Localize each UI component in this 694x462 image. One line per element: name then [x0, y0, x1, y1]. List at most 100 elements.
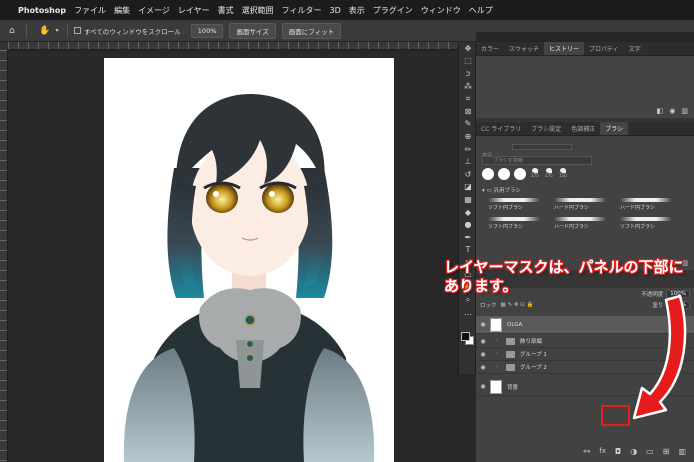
visibility-eye-icon[interactable]: ◉: [476, 321, 490, 328]
lock-icons[interactable]: ▦ ✎ ✥ ⊡ 🔒: [501, 302, 534, 308]
new-group-icon[interactable]: ▭: [646, 447, 654, 456]
magic-wand-tool-icon[interactable]: ⁂: [459, 80, 477, 93]
history-panel-body: ◧ ◉ ▥: [476, 56, 694, 118]
frame-tool-icon[interactable]: ⊠: [459, 105, 477, 118]
tab-history[interactable]: ヒストリー: [544, 42, 585, 55]
layer-name: 飾り部編: [520, 339, 543, 345]
chevron-right-icon[interactable]: ›: [496, 351, 498, 357]
fx-icon[interactable]: fx: [599, 447, 606, 455]
visibility-eye-icon[interactable]: ◉: [476, 364, 490, 371]
brush-preset-round[interactable]: [514, 168, 526, 180]
history-panel-tabs: カラー スウォッチ ヒストリー プロパティ 文字: [476, 42, 694, 56]
tab-cc-libraries[interactable]: CC ライブラリ: [476, 122, 526, 135]
blur-tool-icon[interactable]: ◆: [459, 206, 477, 219]
menu-plugins[interactable]: プラグイン: [373, 5, 413, 16]
menu-type[interactable]: 書式: [218, 5, 234, 16]
fit-screen-button[interactable]: 画面サイズ: [229, 22, 276, 39]
menu-help[interactable]: ヘルプ: [469, 5, 493, 16]
eyedropper-tool-icon[interactable]: ✎: [459, 118, 477, 131]
brush-item[interactable]: ハード円ブラシ: [552, 215, 612, 231]
tab-properties[interactable]: プロパティ: [584, 42, 624, 55]
tab-swatches[interactable]: スウォッチ: [504, 42, 544, 55]
healing-tool-icon[interactable]: ⊕: [459, 130, 477, 143]
trash-icon[interactable]: ▥: [681, 107, 688, 115]
menu-window[interactable]: ウィンドウ: [421, 5, 461, 16]
type-tool-icon[interactable]: T: [459, 244, 477, 257]
visibility-eye-icon[interactable]: ◉: [476, 338, 490, 345]
brush-preset-mini[interactable]: 175: [530, 168, 540, 178]
chevron-down-icon[interactable]: ▾: [53, 23, 61, 39]
tab-color[interactable]: カラー: [476, 42, 504, 55]
stamp-tool-icon[interactable]: ⊥: [459, 155, 477, 168]
brush-item[interactable]: ハード円ブラシ: [618, 196, 678, 212]
chevron-right-icon[interactable]: ›: [496, 338, 498, 344]
ruler-vertical[interactable]: [0, 50, 8, 462]
brush-preset-mini[interactable]: 175: [544, 168, 554, 178]
brush-tool-icon[interactable]: ✏: [459, 143, 477, 156]
scroll-all-checkbox[interactable]: [74, 27, 81, 34]
brush-preset-round[interactable]: [482, 168, 494, 180]
lasso-tool-icon[interactable]: ↄ: [459, 67, 477, 80]
crop-tool-icon[interactable]: ⌗: [459, 92, 477, 105]
tab-character[interactable]: 文字: [624, 42, 646, 55]
more-tools-icon[interactable]: …: [459, 306, 477, 319]
fill-screen-button[interactable]: 画面にフィット: [281, 22, 342, 39]
new-document-icon[interactable]: ◧: [657, 107, 664, 115]
move-tool-icon[interactable]: ✥: [459, 42, 477, 55]
lock-label: ロック: [480, 302, 497, 309]
layer-mask-icon[interactable]: ◘: [615, 447, 621, 456]
home-icon[interactable]: ⌂: [4, 23, 20, 39]
tab-brushes[interactable]: ブラシ: [600, 122, 629, 135]
brush-item[interactable]: ソフト円ブラシ: [486, 196, 546, 212]
new-layer-icon[interactable]: ⊞: [663, 447, 670, 456]
menu-select[interactable]: 選択範囲: [242, 5, 274, 16]
ruler-horizontal[interactable]: [8, 42, 458, 50]
brush-panel-tabs: CC ライブラリ ブラシ設定 色調補正 ブラシ: [476, 122, 694, 136]
link-layers-icon[interactable]: ⚯: [584, 447, 591, 456]
menu-layer[interactable]: レイヤー: [178, 5, 210, 16]
brush-presets-recent: 175 175 150: [482, 168, 568, 180]
brush-item[interactable]: ソフト円ブラシ: [486, 215, 546, 231]
hand-tool-icon[interactable]: ✋: [37, 23, 53, 39]
trash-icon[interactable]: ▥: [678, 447, 686, 456]
dodge-tool-icon[interactable]: ●: [459, 218, 477, 231]
annotation-line-1: レイヤーマスクは、パネルの下部に: [444, 258, 684, 276]
brush-preset-mini[interactable]: 150: [558, 168, 568, 178]
gradient-tool-icon[interactable]: ▦: [459, 193, 477, 206]
menu-image[interactable]: イメージ: [138, 5, 170, 16]
menu-view[interactable]: 表示: [349, 5, 365, 16]
brush-preset-round[interactable]: [498, 168, 510, 180]
brush-item[interactable]: ソフト円ブラシ: [618, 215, 678, 231]
eraser-tool-icon[interactable]: ◪: [459, 181, 477, 194]
brush-search-input[interactable]: ブラシを検索: [482, 156, 592, 165]
brush-size-slider[interactable]: [512, 144, 572, 150]
menu-edit[interactable]: 編集: [114, 5, 130, 16]
visibility-eye-icon[interactable]: ◉: [476, 351, 490, 358]
tab-adjustments[interactable]: 色調補正: [566, 122, 600, 135]
document-canvas[interactable]: [104, 58, 394, 462]
adjustment-layer-icon[interactable]: ◑: [630, 447, 637, 456]
brush-folder-general[interactable]: ▾ ▭ 汎用ブラシ: [482, 186, 521, 194]
brush-grid: ソフト円ブラシ ハード円ブラシ ハード円ブラシ ソフト円ブラシ ハード円ブラシ …: [486, 196, 686, 231]
history-brush-tool-icon[interactable]: ↺: [459, 168, 477, 181]
app-menu-photoshop[interactable]: Photoshop: [18, 6, 66, 15]
foreground-color-swatch[interactable]: [461, 332, 470, 341]
menu-filter[interactable]: フィルター: [282, 5, 322, 16]
brush-item[interactable]: ハード円ブラシ: [552, 196, 612, 212]
tab-brush-settings[interactable]: ブラシ設定: [526, 122, 566, 135]
layers-panel-actions: ⚯ fx ◘ ◑ ▭ ⊞ ▥: [476, 440, 694, 462]
annotation-arrow: [632, 294, 687, 420]
layer-name: グループ 1: [520, 352, 547, 358]
color-swatches[interactable]: [459, 330, 475, 354]
menu-file[interactable]: ファイル: [74, 5, 106, 16]
zoom-100-button[interactable]: 100%: [190, 23, 224, 38]
pen-tool-icon[interactable]: ✒: [459, 231, 477, 244]
left-eye-highlight: [213, 191, 219, 197]
visibility-eye-icon[interactable]: ◉: [476, 383, 490, 390]
snapshot-icon[interactable]: ◉: [669, 107, 675, 115]
ruler-corner: [0, 42, 8, 50]
chevron-right-icon[interactable]: ›: [496, 364, 498, 370]
menu-3d[interactable]: 3D: [330, 6, 341, 15]
marquee-tool-icon[interactable]: ⬚: [459, 55, 477, 68]
canvas-area[interactable]: [0, 42, 458, 462]
